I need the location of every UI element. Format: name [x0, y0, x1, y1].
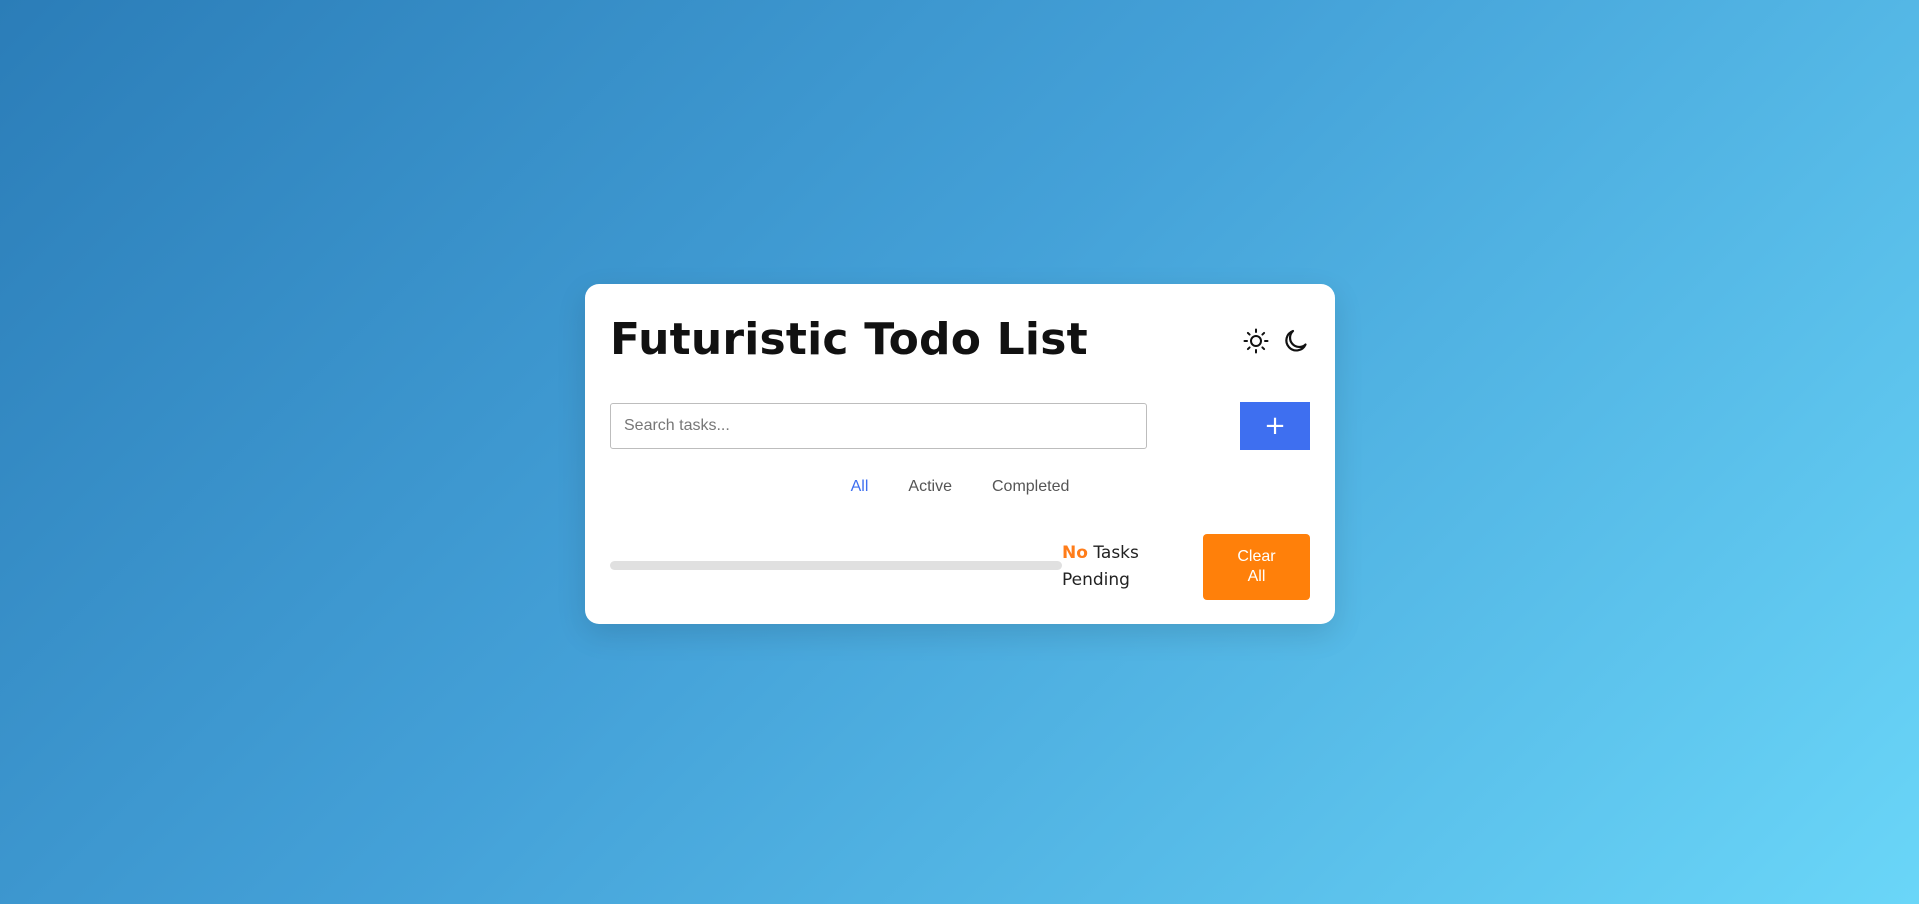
todo-card: Futuristic Todo List + All Active	[585, 284, 1335, 624]
sun-icon[interactable]	[1241, 326, 1271, 356]
search-input[interactable]	[610, 403, 1147, 449]
filter-active[interactable]: Active	[908, 478, 952, 496]
pending-count: No	[1062, 543, 1088, 563]
progress-bar	[610, 561, 1062, 570]
app-title: Futuristic Todo List	[610, 314, 1088, 365]
moon-icon[interactable]	[1281, 326, 1311, 356]
theme-toggles	[1241, 326, 1311, 356]
clear-all-button[interactable]: Clear All	[1203, 534, 1310, 600]
filter-all[interactable]: All	[851, 478, 869, 496]
pending-status: No Tasks Pending	[1062, 540, 1162, 594]
add-task-button[interactable]: +	[1240, 402, 1310, 450]
filter-tabs: All Active Completed	[585, 478, 1335, 496]
filter-completed[interactable]: Completed	[992, 478, 1069, 496]
